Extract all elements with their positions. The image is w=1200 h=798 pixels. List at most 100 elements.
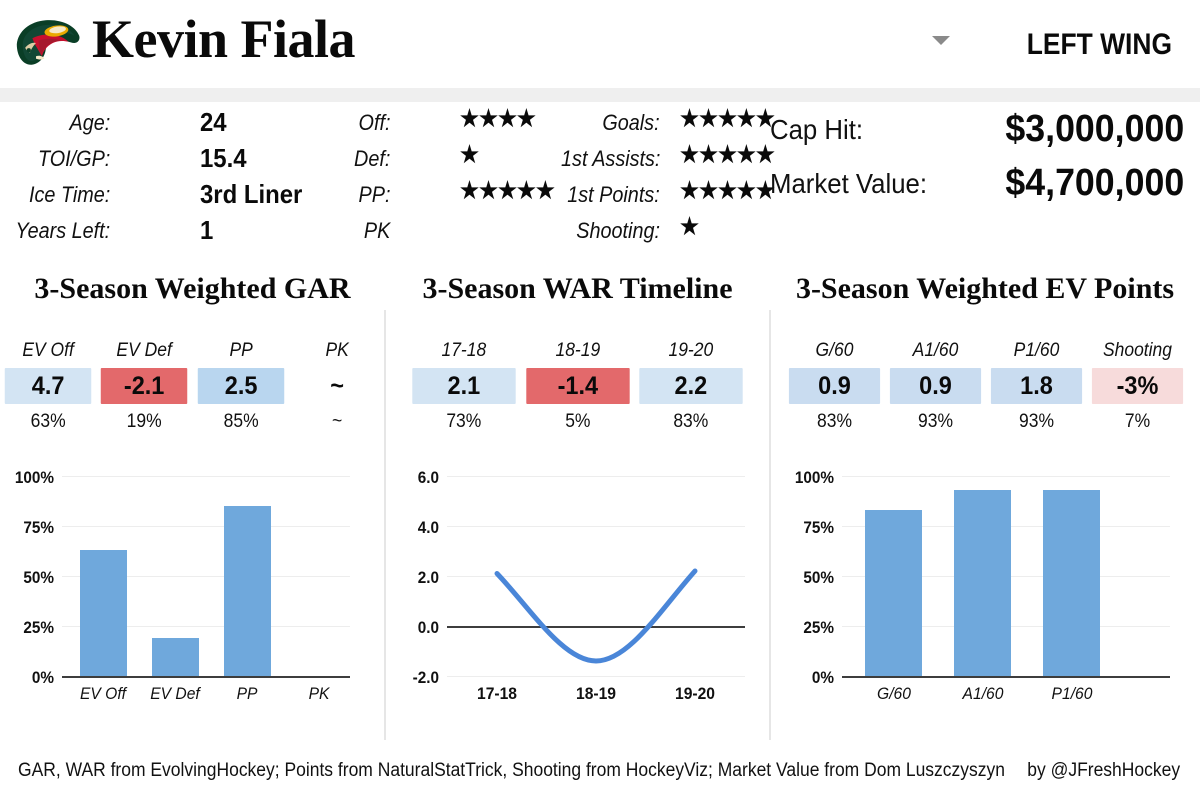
ratings-column: Off: ★★★★ Def: ★ PP: ★★★★★ PK [300, 107, 555, 254]
war-value-row: 2.1 -1.4 2.2 [407, 368, 748, 404]
ytick-0: 0% [31, 668, 54, 687]
points-header-row: G/60 A1/60 P1/60 Shooting [784, 340, 1188, 368]
war-value-18-19: -1.4 [525, 368, 630, 404]
page-title: Kevin Fiala [92, 9, 356, 69]
contract-value-cap-hit: $3,000,000 [1005, 108, 1184, 150]
panel-war-title: 3-Season WAR Timeline [422, 272, 733, 305]
points-bar-chart: 100% 75% 50% 25% 0% G/60 A1/60 P1/60 [770, 468, 1200, 718]
x-axis [62, 676, 350, 678]
bio-row-yearsleft: Years Left: 1 [0, 215, 300, 254]
rating-label-def: Def: [353, 146, 390, 171]
points-header-g60: G/60 [815, 340, 854, 361]
points-percentile-row: 83% 93% 93% 7% [784, 404, 1188, 433]
ytick-100: 100% [14, 468, 55, 487]
points-value-row: 0.9 0.9 1.8 -3% [784, 368, 1188, 404]
xtick-17-18: 17-18 [476, 684, 517, 703]
points-value-shooting: -3% [1091, 368, 1184, 404]
rating-row-pp: PP: ★★★★★ [300, 179, 555, 218]
points-stat-table: G/60 A1/60 P1/60 Shooting 0.9 0.9 1.8 -3… [784, 340, 1188, 433]
xtick-a160: A1/60 [962, 684, 1004, 703]
contract-label-market-value: Market Value: [770, 168, 928, 199]
ytick-100: 100% [794, 468, 834, 487]
scoring-row-shooting: Shooting: ★ [540, 213, 790, 254]
gar-header-pp: PP [228, 340, 253, 361]
ytick-50: 50% [803, 568, 834, 587]
points-pct-g60: 83% [817, 411, 852, 432]
bio-column: Age: 24 TOI/GP: 15.4 Ice Time: 3rd Liner… [0, 107, 303, 254]
bio-label-icetime: Ice Time: [28, 182, 110, 207]
gar-header-row: EV Off EV Def PP PK [0, 340, 385, 368]
chevron-down-icon[interactable] [932, 36, 950, 45]
xtick-18-19: 18-19 [575, 684, 616, 703]
xtick-19-20: 19-20 [674, 684, 715, 703]
contract-value-market-value: $4,700,000 [1005, 162, 1184, 204]
scoring-label-first-points: 1st Points: [567, 182, 660, 207]
bio-value-yearsleft: 1 [200, 215, 214, 245]
rating-label-pk: PK [363, 218, 390, 243]
ytick-25: 25% [23, 618, 54, 637]
bar-ev-off [80, 550, 127, 676]
panel-gar-title: 3-Season Weighted GAR [34, 272, 351, 305]
points-header-shooting: Shooting [1102, 340, 1172, 361]
rating-stars-def: ★ [460, 141, 479, 167]
player-card: Kevin Fiala LEFT WING Age: 24 TOI/GP: 15… [0, 0, 1200, 798]
gar-value-row: 4.7 -2.1 2.5 ~ [0, 368, 385, 404]
scoring-label-shooting: Shooting: [576, 218, 660, 243]
ytick-75: 75% [803, 518, 834, 537]
header-divider [0, 88, 1200, 102]
scoring-stars-first-points: ★★★★★ [680, 177, 775, 203]
points-value-p160: 1.8 [990, 368, 1083, 404]
bio-value-age: 24 [200, 107, 227, 137]
gar-header-ev-off: EV Off [22, 340, 74, 361]
bio-label-age: Age: [69, 110, 110, 135]
panel-gar: 3-Season Weighted GAR EV Off EV Def PP P… [0, 268, 385, 746]
bar-g60 [865, 510, 922, 676]
data-source-credit: GAR, WAR from EvolvingHockey; Points fro… [18, 760, 1005, 781]
bio-label-toigp: TOI/GP: [37, 146, 110, 171]
bio-row-toigp: TOI/GP: 15.4 [0, 143, 300, 182]
war-value-19-20: 2.2 [639, 368, 743, 404]
player-position: LEFT WING [1026, 28, 1172, 61]
author-byline: by @JFreshHockey [1027, 760, 1180, 781]
gridline-75 [62, 526, 350, 527]
gar-percentile-row: 63% 19% 85% ~ [0, 404, 385, 433]
panels-area: 3-Season Weighted GAR EV Off EV Def PP P… [0, 268, 1200, 746]
points-header-p160: P1/60 [1013, 340, 1060, 361]
gar-pct-pk: ~ [331, 411, 342, 432]
contract-row-cap-hit: Cap Hit: $3,000,000 [770, 108, 1200, 164]
war-stat-table: 17-18 18-19 19-20 2.1 -1.4 2.2 73% 5% 83… [407, 340, 748, 433]
bar-a160 [954, 490, 1011, 676]
bio-row-age: Age: 24 [0, 107, 300, 146]
war-value-17-18: 2.1 [412, 368, 516, 404]
scoring-label-goals: Goals: [602, 110, 660, 135]
war-percentile-row: 73% 5% 83% [407, 404, 748, 433]
war-header-17-18: 17-18 [441, 340, 487, 361]
xtick-ev-off: EV Off [79, 684, 127, 703]
gridline-100 [62, 476, 350, 477]
ytick-25: 25% [803, 618, 834, 637]
card-header: Kevin Fiala LEFT WING [0, 0, 1200, 88]
bar-pp [224, 506, 271, 676]
ytick-0: 0% [811, 668, 834, 687]
points-header-a160: A1/60 [912, 340, 959, 361]
scoring-stars-goals: ★★★★★ [680, 105, 775, 131]
scoring-row-first-points: 1st Points: ★★★★★ [540, 177, 790, 218]
rating-label-pp: PP: [358, 182, 390, 207]
bar-p160 [1043, 490, 1100, 676]
xtick-pk: PK [308, 684, 330, 703]
ytick-50: 50% [23, 568, 54, 587]
scoring-stars-shooting: ★ [680, 213, 699, 239]
war-pct-17-18: 73% [446, 411, 482, 432]
xtick-pp: PP [236, 684, 258, 703]
contract-column: Cap Hit: $3,000,000 Market Value: $4,700… [770, 108, 1200, 218]
war-header-18-19: 18-19 [555, 340, 600, 361]
gridline-100 [842, 476, 1170, 477]
gar-header-ev-def: EV Def [116, 340, 173, 361]
bio-row-icetime: Ice Time: 3rd Liner [0, 179, 303, 218]
x-axis [842, 676, 1170, 678]
war-trend-line [494, 568, 698, 664]
xtick-p160: P1/60 [1051, 684, 1093, 703]
scoring-label-first-assists: 1st Assists: [560, 146, 660, 171]
points-value-a160: 0.9 [889, 368, 982, 404]
info-band: Age: 24 TOI/GP: 15.4 Ice Time: 3rd Liner… [0, 102, 1200, 262]
